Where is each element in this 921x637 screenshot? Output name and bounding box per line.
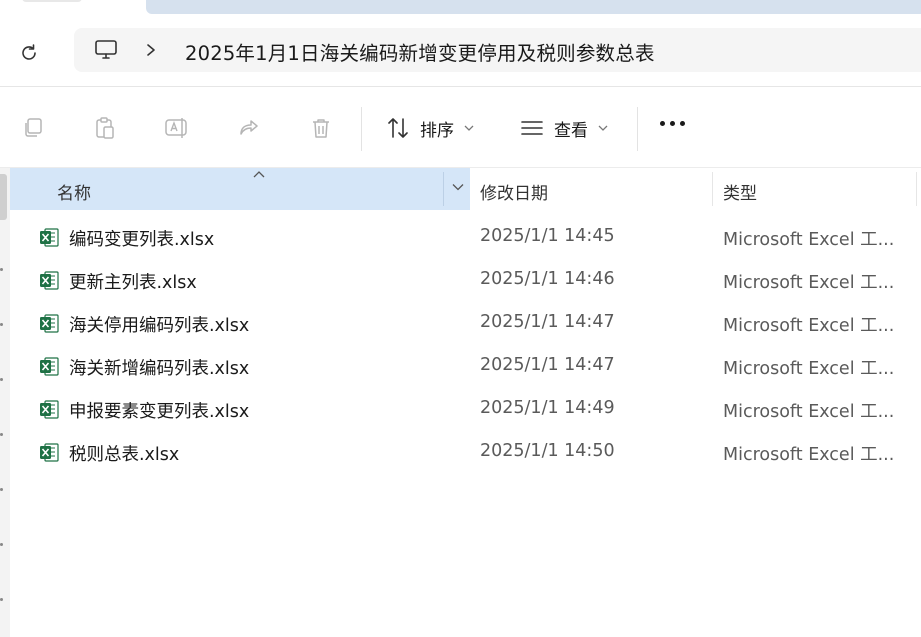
nav-item[interactable]: [0, 323, 3, 326]
file-name: 申报要素变更列表.xlsx: [69, 402, 250, 422]
nav-item[interactable]: [0, 378, 3, 381]
more-icon: [680, 121, 685, 126]
excel-file-icon: [40, 314, 59, 333]
column-date-label: 修改日期: [480, 184, 548, 204]
nav-item[interactable]: [0, 488, 3, 491]
share-button[interactable]: [236, 115, 262, 141]
delete-icon: [313, 119, 329, 138]
view-button[interactable]: 查看: [520, 113, 608, 143]
file-row[interactable]: 更新主列表.xlsx 2025/1/1 14:46 Microsoft Exce…: [10, 259, 921, 302]
file-modified-date: 2025/1/1 14:45: [480, 226, 615, 246]
file-name: 编码变更列表.xlsx: [69, 230, 215, 250]
column-filter-chevron-icon[interactable]: [452, 183, 464, 191]
this-pc-icon[interactable]: [94, 38, 118, 62]
file-type: Microsoft Excel 工...: [723, 359, 895, 379]
rename-button[interactable]: [164, 115, 190, 141]
breadcrumb-current-folder[interactable]: 2025年1月1日海关编码新增变更停用及税则参数总表: [185, 37, 655, 66]
nav-selected-item[interactable]: [0, 174, 7, 220]
view-icon: [521, 121, 543, 135]
rename-icon: [165, 118, 187, 138]
file-name: 税则总表.xlsx: [69, 445, 180, 465]
sort-label: 排序: [420, 120, 454, 141]
file-name: 海关新增编码列表.xlsx: [69, 359, 250, 379]
file-name: 更新主列表.xlsx: [69, 273, 197, 293]
file-type: Microsoft Excel 工...: [723, 273, 895, 293]
refresh-button[interactable]: [14, 38, 44, 68]
file-row[interactable]: 编码变更列表.xlsx 2025/1/1 14:45 Microsoft Exc…: [10, 216, 921, 259]
column-header-name[interactable]: 名称: [10, 168, 470, 210]
refresh-icon: [22, 44, 36, 60]
address-row: 2025年1月1日海关编码新增变更停用及税则参数总表: [0, 14, 921, 86]
nav-item[interactable]: [0, 543, 3, 546]
file-type: Microsoft Excel 工...: [723, 230, 895, 250]
tab-bar-background: [146, 0, 921, 14]
command-bar: 排序 查看: [0, 87, 921, 167]
toolbar-separator: [637, 107, 638, 151]
breadcrumb-chevron-icon[interactable]: [144, 40, 158, 60]
excel-file-icon: [40, 400, 59, 419]
nav-item[interactable]: [0, 433, 3, 436]
view-label: 查看: [554, 120, 588, 141]
file-type: Microsoft Excel 工...: [723, 316, 895, 336]
more-options-button[interactable]: [660, 121, 685, 126]
file-modified-date: 2025/1/1 14:46: [480, 269, 615, 289]
file-type: Microsoft Excel 工...: [723, 402, 895, 422]
active-tab[interactable]: [22, 0, 82, 2]
chevron-down-icon: [598, 125, 608, 131]
file-modified-date: 2025/1/1 14:47: [480, 355, 615, 375]
file-name: 海关停用编码列表.xlsx: [69, 316, 250, 336]
file-row[interactable]: 申报要素变更列表.xlsx 2025/1/1 14:49 Microsoft E…: [10, 388, 921, 431]
excel-file-icon: [40, 443, 59, 462]
file-row[interactable]: 海关停用编码列表.xlsx 2025/1/1 14:47 Microsoft E…: [10, 302, 921, 345]
file-modified-date: 2025/1/1 14:49: [480, 398, 615, 418]
share-icon: [240, 120, 258, 135]
excel-file-icon: [40, 228, 59, 247]
delete-button[interactable]: [308, 115, 334, 141]
paste-icon: [96, 117, 114, 139]
file-modified-date: 2025/1/1 14:50: [480, 441, 615, 461]
tab-strip: [0, 0, 921, 14]
more-icon: [670, 121, 675, 126]
navigation-pane[interactable]: [0, 168, 10, 637]
file-type: Microsoft Excel 工...: [723, 445, 895, 465]
file-row[interactable]: 海关新增编码列表.xlsx 2025/1/1 14:47 Microsoft E…: [10, 345, 921, 388]
column-type-label: 类型: [723, 184, 757, 204]
copy-icon: [25, 118, 42, 137]
excel-file-icon: [40, 357, 59, 376]
column-header: 名称 修改日期 类型: [10, 168, 921, 210]
chevron-down-icon: [464, 125, 474, 131]
excel-file-icon: [40, 271, 59, 290]
nav-item[interactable]: [0, 268, 3, 271]
sort-ascending-icon: [253, 171, 265, 178]
copy-button[interactable]: [20, 115, 46, 141]
column-separator[interactable]: [916, 172, 917, 206]
more-icon: [660, 121, 665, 126]
file-modified-date: 2025/1/1 14:47: [480, 312, 615, 332]
sort-button[interactable]: 排序: [386, 113, 474, 143]
address-bar[interactable]: 2025年1月1日海关编码新增变更停用及税则参数总表: [74, 28, 921, 72]
column-name-label: 名称: [57, 184, 91, 204]
paste-button[interactable]: [92, 115, 118, 141]
nav-item[interactable]: [0, 598, 3, 601]
file-row[interactable]: 税则总表.xlsx 2025/1/1 14:50 Microsoft Excel…: [10, 431, 921, 474]
toolbar-separator: [361, 107, 362, 151]
column-header-type[interactable]: 类型: [713, 168, 921, 210]
sort-icon: [388, 118, 408, 138]
column-separator[interactable]: [443, 172, 444, 206]
column-header-date[interactable]: 修改日期: [470, 168, 713, 210]
